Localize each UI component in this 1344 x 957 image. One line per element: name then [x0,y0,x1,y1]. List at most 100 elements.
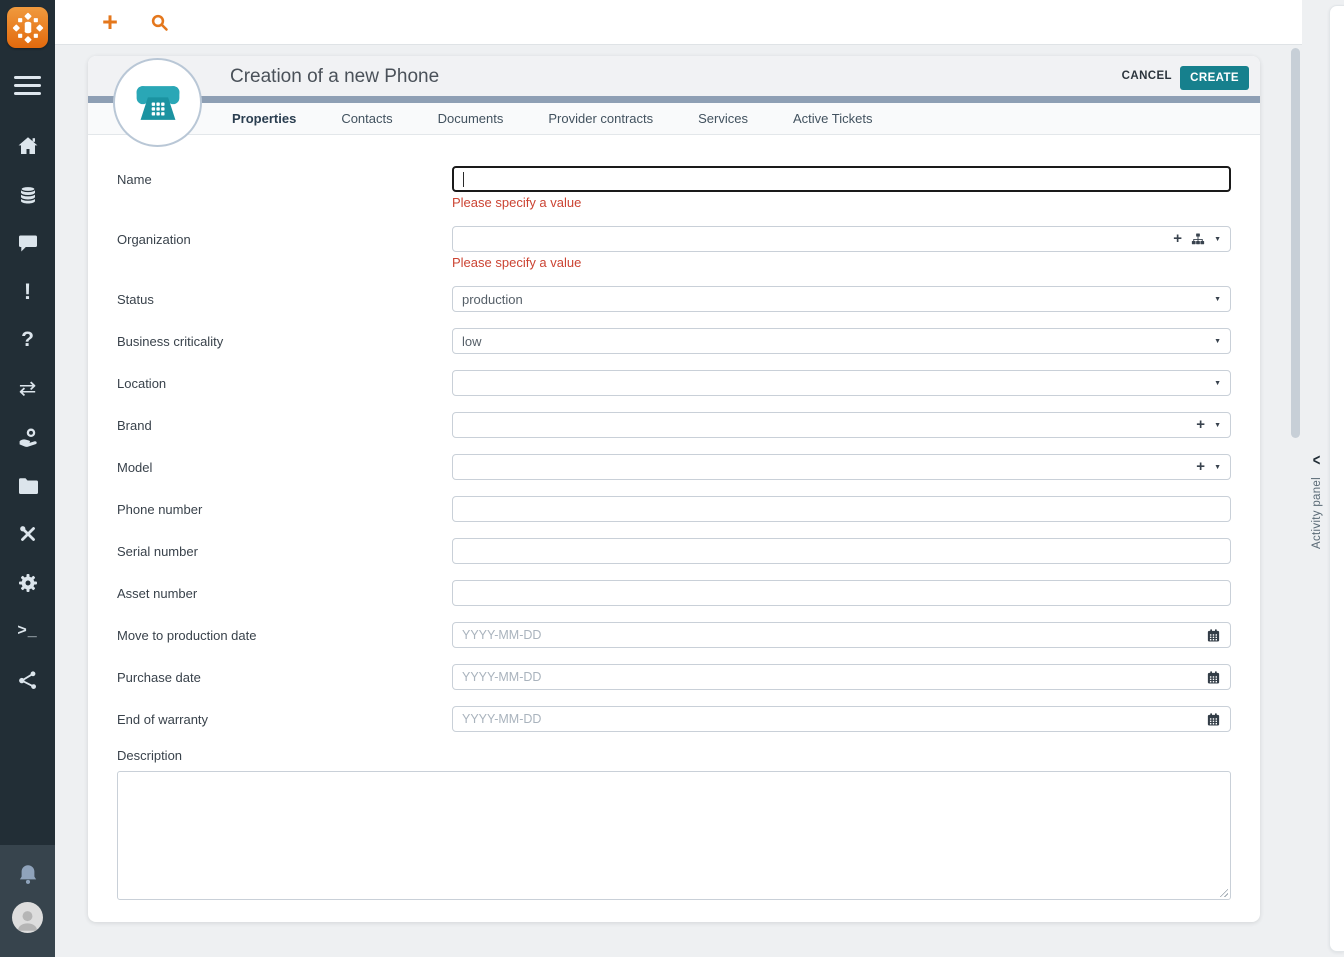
business-criticality-value: low [462,333,482,349]
create-button[interactable]: CREATE [1180,66,1249,90]
sidebar-item-console[interactable]: >_ [0,619,55,643]
sitemap-icon[interactable] [1191,232,1205,246]
field-label-purchase-date: Purchase date [117,670,201,685]
model-input[interactable]: + ▼ [452,454,1231,480]
global-search-button[interactable] [144,7,174,37]
sidebar-item-data[interactable] [0,183,55,207]
form-row-model: Model + ▼ [117,454,1231,480]
plus-icon[interactable]: + [1196,417,1205,432]
menu-toggle-icon[interactable] [14,76,41,95]
field-control-phone-number [452,496,1231,522]
sidebar-item-tools[interactable] [0,522,55,546]
tab-contacts[interactable]: Contacts [341,111,392,126]
field-label-business-criticality: Business criticality [117,334,224,349]
sidebar-item-share[interactable] [0,668,55,692]
field-control-model: + ▼ [452,454,1231,480]
move-to-production-date-input[interactable]: YYYY-MM-DD [452,622,1231,648]
caret-down-icon[interactable]: ▼ [1214,338,1221,345]
sidebar-item-alerts[interactable]: ! [0,278,55,304]
calendar-icon[interactable] [1206,712,1221,727]
form-row-name: Name Please specify a value [117,166,1231,210]
brand-input[interactable]: + ▼ [452,412,1231,438]
field-label-model: Model [117,460,153,475]
field-control-description [117,771,1231,900]
field-control-status: production ▼ [452,286,1231,312]
sidebar-item-chat[interactable] [0,231,55,255]
resize-handle[interactable] [1218,887,1228,897]
properties-form: Name Please specify a value Organization + ▼… [88,135,1260,900]
new-object-button[interactable]: + [95,7,125,37]
console-icon: >_ [17,622,38,639]
serial-number-input[interactable] [452,538,1231,564]
end-of-warranty-input[interactable]: YYYY-MM-DD [452,706,1231,732]
description-textarea[interactable] [117,771,1231,900]
form-row-business-criticality: Business criticality low ▼ [117,328,1231,354]
field-label-description: Description [117,748,183,763]
cancel-button[interactable]: CANCEL [1122,70,1172,82]
tab-provider-contracts[interactable]: Provider contracts [548,111,653,126]
form-row-end-of-warranty: End of warranty YYYY-MM-DD [117,706,1231,732]
tab-properties[interactable]: Properties [232,111,296,126]
tab-active-tickets[interactable]: Active Tickets [793,111,872,126]
move-to-production-date-placeholder: YYYY-MM-DD [462,628,542,642]
form-row-location: Location ▼ [117,370,1231,396]
sidebar-item-services[interactable] [0,425,55,449]
name-validation-message: Please specify a value [452,195,582,210]
alerts-icon: ! [23,278,32,304]
notifications-bell-icon[interactable] [15,862,41,893]
field-control-location: ▼ [452,370,1231,396]
home-icon [16,134,40,158]
phone-number-input[interactable] [452,496,1231,522]
name-input[interactable] [452,166,1231,192]
sidebar-item-help[interactable]: ? [0,328,55,352]
field-label-status: Status [117,292,154,307]
tab-documents[interactable]: Documents [438,111,504,126]
caret-down-icon[interactable]: ▼ [1214,236,1221,243]
tab-services[interactable]: Services [698,111,748,126]
business-criticality-select[interactable]: low ▼ [452,328,1231,354]
plus-icon: + [102,7,118,37]
scrollbar-thumb[interactable] [1291,48,1300,438]
field-control-serial-number [452,538,1231,564]
location-select[interactable]: ▼ [452,370,1231,396]
plus-icon[interactable]: + [1173,231,1182,246]
tab-row: Properties Contacts Documents Provider cont… [88,103,1260,135]
plus-icon[interactable]: + [1196,459,1205,474]
organization-validation-message: Please specify a value [452,255,582,270]
help-icon: ? [21,328,34,351]
object-class-avatar [113,58,202,147]
user-avatar[interactable] [12,902,43,933]
field-control-business-criticality: low ▼ [452,328,1231,354]
caret-down-icon[interactable]: ▼ [1214,380,1221,387]
asset-number-input[interactable] [452,580,1231,606]
purchase-date-input[interactable]: YYYY-MM-DD [452,664,1231,690]
field-control-purchase-date: YYYY-MM-DD [452,664,1231,690]
caret-down-icon[interactable]: ▼ [1214,464,1221,471]
page-scrollbar[interactable] [1290,46,1302,957]
field-control-asset-number [452,580,1231,606]
data-icon [16,183,40,207]
sidebar-item-documents[interactable] [0,474,55,498]
share-icon [16,668,40,692]
chevron-left-icon[interactable]: < [1313,450,1321,470]
phone-icon [136,85,179,120]
tools-icon [16,522,40,546]
activity-panel-collapsed[interactable] [1329,5,1344,952]
activity-panel-label[interactable]: Activity panel [1311,477,1323,549]
field-label-brand: Brand [117,418,152,433]
activity-panel-toggle[interactable]: < Activity panel [1303,450,1330,549]
status-select[interactable]: production ▼ [452,286,1231,312]
field-label-phone-number: Phone number [117,502,203,517]
sidebar-item-transfer[interactable]: ⇄ [0,377,55,401]
caret-down-icon[interactable]: ▼ [1214,296,1221,303]
sidebar-item-home[interactable] [0,134,55,158]
organization-input[interactable]: + ▼ [452,226,1231,252]
sidebar-item-settings[interactable] [0,571,55,595]
purchase-date-placeholder: YYYY-MM-DD [462,670,542,684]
field-label-asset-number: Asset number [117,586,198,601]
calendar-icon[interactable] [1206,628,1221,643]
topbar: + [55,0,1302,45]
caret-down-icon[interactable]: ▼ [1214,422,1221,429]
calendar-icon[interactable] [1206,670,1221,685]
itop-logo[interactable] [7,7,48,48]
